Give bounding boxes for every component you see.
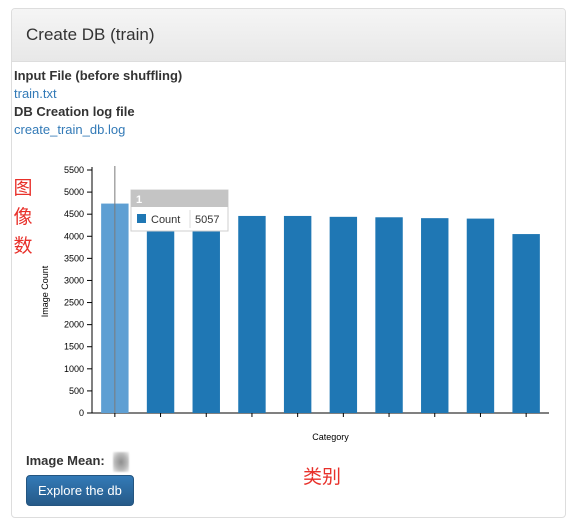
input-file-link[interactable]: train.txt	[14, 85, 182, 103]
bar	[283, 215, 312, 413]
log-file-label: DB Creation log file	[14, 104, 135, 119]
y-tick-label: 2000	[64, 320, 84, 330]
y-tick-label: 3000	[64, 275, 84, 285]
bar	[329, 216, 358, 413]
y-tick-label: 4000	[64, 231, 84, 241]
bar	[512, 234, 540, 413]
y-tick-label: 5500	[64, 165, 84, 175]
tooltip-series: Count	[151, 214, 180, 226]
explore-db-button[interactable]: Explore the db	[26, 475, 134, 506]
db-info: Input File (before shuffling) train.txt …	[14, 67, 182, 139]
y-tick-label: 1500	[64, 342, 84, 352]
bar	[421, 218, 449, 413]
x-axis-title: Category	[312, 432, 349, 442]
y-axis-annotation: 图像数	[13, 177, 33, 257]
input-file-label: Input File (before shuffling)	[14, 68, 183, 83]
bar	[466, 218, 495, 413]
y-tick-label: 3500	[64, 253, 84, 263]
y-tick-label: 2500	[64, 298, 84, 308]
bar	[375, 217, 403, 413]
y-tick-label: 500	[69, 386, 84, 396]
bar	[192, 216, 220, 413]
x-axis-annotation: 类别	[303, 466, 342, 488]
tooltip-value: 5057	[195, 214, 219, 226]
y-tick-label: 4500	[64, 209, 84, 219]
y-tick-label: 0	[79, 408, 84, 418]
panel-heading: Create DB (train)	[12, 9, 565, 62]
tooltip-swatch	[137, 214, 146, 223]
y-tick-label: 5000	[64, 187, 84, 197]
tooltip-header	[131, 190, 228, 207]
y-axis-title: Image Count	[40, 265, 50, 317]
log-file-link[interactable]: create_train_db.log	[14, 121, 182, 139]
image-mean-label: Image Mean:	[26, 453, 105, 468]
panel-title: Create DB (train)	[26, 25, 155, 44]
image-count-bar-chart: 0 500 1000 1500 2000 2500 3000 3500 4000 4500 5000…	[40, 165, 549, 442]
bar	[238, 215, 266, 413]
tooltip-title: 1	[136, 194, 142, 206]
y-tick-label: 1000	[64, 364, 84, 374]
image-mean-thumbnail	[113, 452, 129, 472]
